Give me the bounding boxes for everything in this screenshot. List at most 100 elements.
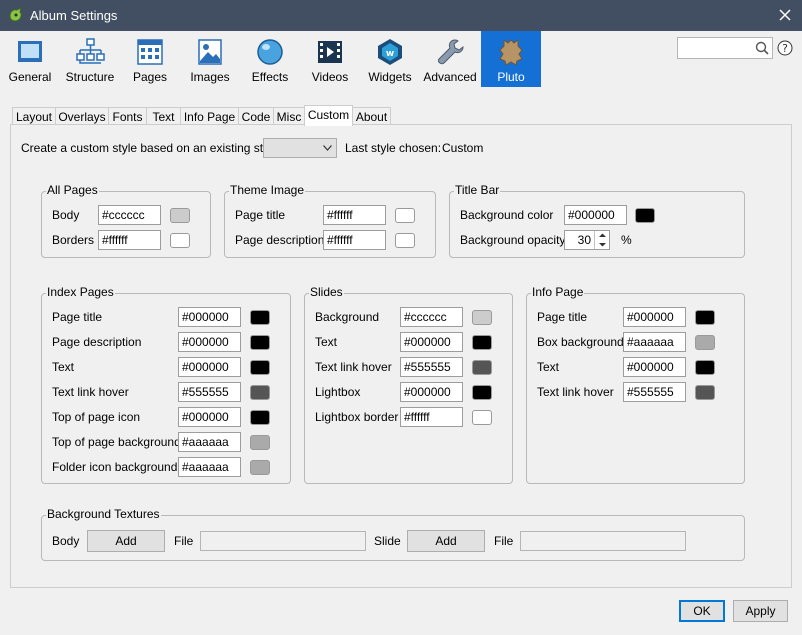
index-text-link-hover-field[interactable]: #555555: [178, 382, 241, 402]
info-page-title-swatch[interactable]: [695, 310, 715, 325]
slides-lightbox-swatch[interactable]: [472, 385, 492, 400]
wrench-icon: [437, 39, 464, 65]
group-title: All Pages: [46, 183, 99, 197]
slides-text-link-hover-swatch[interactable]: [472, 360, 492, 375]
toolbar-structure[interactable]: Structure: [60, 31, 120, 87]
toolbar-label: Pluto: [497, 70, 525, 84]
toolbar-general[interactable]: General: [0, 31, 60, 87]
texture-slide-add-button[interactable]: Add: [407, 530, 485, 552]
index-page-description-swatch[interactable]: [250, 335, 270, 350]
toolbar-pages[interactable]: Pages: [120, 31, 180, 87]
index-page-description-field[interactable]: #000000: [178, 332, 241, 352]
base-style-dropdown[interactable]: [263, 138, 337, 158]
info-page-title-field[interactable]: #000000: [623, 307, 686, 327]
texture-slide-file-label: File: [494, 534, 514, 548]
index-folder-icon-bg-swatch[interactable]: [250, 460, 270, 475]
texture-body-file-label: File: [174, 534, 194, 548]
last-style-label: Last style chosen:: [345, 141, 442, 155]
slides-lightbox-border-swatch[interactable]: [472, 410, 492, 425]
group-title: Theme Image: [229, 183, 306, 197]
tab-custom[interactable]: Custom: [304, 105, 353, 126]
all-pages-borders-label: Borders: [52, 233, 95, 247]
index-top-of-page-icon-swatch[interactable]: [250, 410, 270, 425]
title-bar: Album Settings: [0, 0, 802, 31]
info-box-background-swatch[interactable]: [695, 335, 715, 350]
title-bar-bg-color-swatch[interactable]: [635, 208, 655, 223]
all-pages-borders-swatch[interactable]: [170, 233, 190, 248]
index-top-of-page-bg-field[interactable]: #aaaaaa: [178, 432, 241, 452]
slides-background-field[interactable]: #cccccc: [400, 307, 463, 327]
index-folder-icon-bg-field[interactable]: #aaaaaa: [178, 457, 241, 477]
info-text-swatch[interactable]: [695, 360, 715, 375]
index-text-field[interactable]: #000000: [178, 357, 241, 377]
slides-text-swatch[interactable]: [472, 335, 492, 350]
slides-lightbox-field[interactable]: #000000: [400, 382, 463, 402]
toolbar-images[interactable]: Images: [180, 31, 240, 87]
slides-text-link-hover-field[interactable]: #555555: [400, 357, 463, 377]
search-input[interactable]: [677, 37, 773, 59]
spinner-up-icon[interactable]: [595, 231, 610, 240]
toolbar-pluto[interactable]: Pluto: [481, 31, 541, 87]
info-text-link-hover-field[interactable]: #555555: [623, 382, 686, 402]
toolbar-videos[interactable]: Videos: [300, 31, 360, 87]
index-folder-icon-bg-label: Folder icon background: [52, 460, 178, 474]
group-title: Slides: [309, 285, 344, 299]
spinner-down-icon[interactable]: [595, 240, 610, 249]
index-page-title-swatch[interactable]: [250, 310, 270, 325]
index-text-link-hover-swatch[interactable]: [250, 385, 270, 400]
index-top-of-page-bg-swatch[interactable]: [250, 435, 270, 450]
window-title: Album Settings: [30, 8, 118, 23]
all-pages-body-swatch[interactable]: [170, 208, 190, 223]
slides-background-swatch[interactable]: [472, 310, 492, 325]
all-pages-body-label: Body: [52, 208, 80, 222]
window-icon: [18, 41, 42, 62]
theme-page-title-field[interactable]: #ffffff: [323, 205, 386, 225]
slides-text-field[interactable]: #000000: [400, 332, 463, 352]
all-pages-body-field[interactable]: #cccccc: [98, 205, 161, 225]
ok-button[interactable]: OK: [679, 600, 725, 622]
spinner-arrows[interactable]: [594, 231, 609, 249]
all-pages-borders-field[interactable]: #ffffff: [98, 230, 161, 250]
texture-body-add-button[interactable]: Add: [87, 530, 165, 552]
toolbar-label: Effects: [251, 70, 289, 84]
index-page-title-field[interactable]: #000000: [178, 307, 241, 327]
theme-page-title-swatch[interactable]: [395, 208, 415, 223]
toolbar-widgets[interactable]: w Widgets: [360, 31, 420, 87]
app-logo-icon: [9, 7, 22, 22]
slides-lightbox-border-field[interactable]: #ffffff: [400, 407, 463, 427]
info-page-title-label: Page title: [537, 310, 588, 324]
theme-page-description-label: Page description: [235, 233, 325, 247]
info-box-background-field[interactable]: #aaaaaa: [623, 332, 686, 352]
theme-page-description-swatch[interactable]: [395, 233, 415, 248]
index-top-of-page-icon-field[interactable]: #000000: [178, 407, 241, 427]
create-style-label: Create a custom style based on an existi…: [21, 141, 279, 155]
slides-lightbox-border-label: Lightbox border: [315, 410, 399, 424]
index-text-swatch[interactable]: [250, 360, 270, 375]
close-icon[interactable]: [776, 6, 794, 24]
toolbar-label: Structure: [65, 70, 115, 84]
texture-body-file-field[interactable]: [200, 531, 366, 551]
film-icon: [318, 41, 342, 63]
texture-slide-file-field[interactable]: [520, 531, 686, 551]
toolbar-advanced[interactable]: Advanced: [420, 31, 480, 87]
spinner-value: 30: [577, 233, 591, 247]
index-text-label: Text: [52, 360, 75, 374]
theme-page-title-label: Page title: [235, 208, 286, 222]
info-text-link-hover-swatch[interactable]: [695, 385, 715, 400]
texture-slide-label: Slide: [374, 534, 401, 548]
toolbar-effects[interactable]: Effects: [240, 31, 300, 87]
index-page-title-label: Page title: [52, 310, 103, 324]
percent-unit: %: [621, 233, 632, 247]
toolbar-label: Images: [190, 70, 230, 84]
toolbar-label: Pages: [132, 70, 168, 84]
title-bar-bg-color-field[interactable]: #000000: [564, 205, 627, 225]
help-icon[interactable]: ?: [777, 40, 793, 56]
tree-icon: [76, 38, 105, 64]
info-text-field[interactable]: #000000: [623, 357, 686, 377]
index-top-of-page-icon-label: Top of page icon: [52, 410, 141, 424]
title-bar-opacity-spinner[interactable]: 30: [564, 230, 610, 250]
slides-text-link-hover-label: Text link hover: [315, 360, 392, 374]
theme-page-description-field[interactable]: #ffffff: [323, 230, 386, 250]
toolbar-label: Videos: [311, 70, 349, 84]
apply-button[interactable]: Apply: [733, 600, 788, 622]
